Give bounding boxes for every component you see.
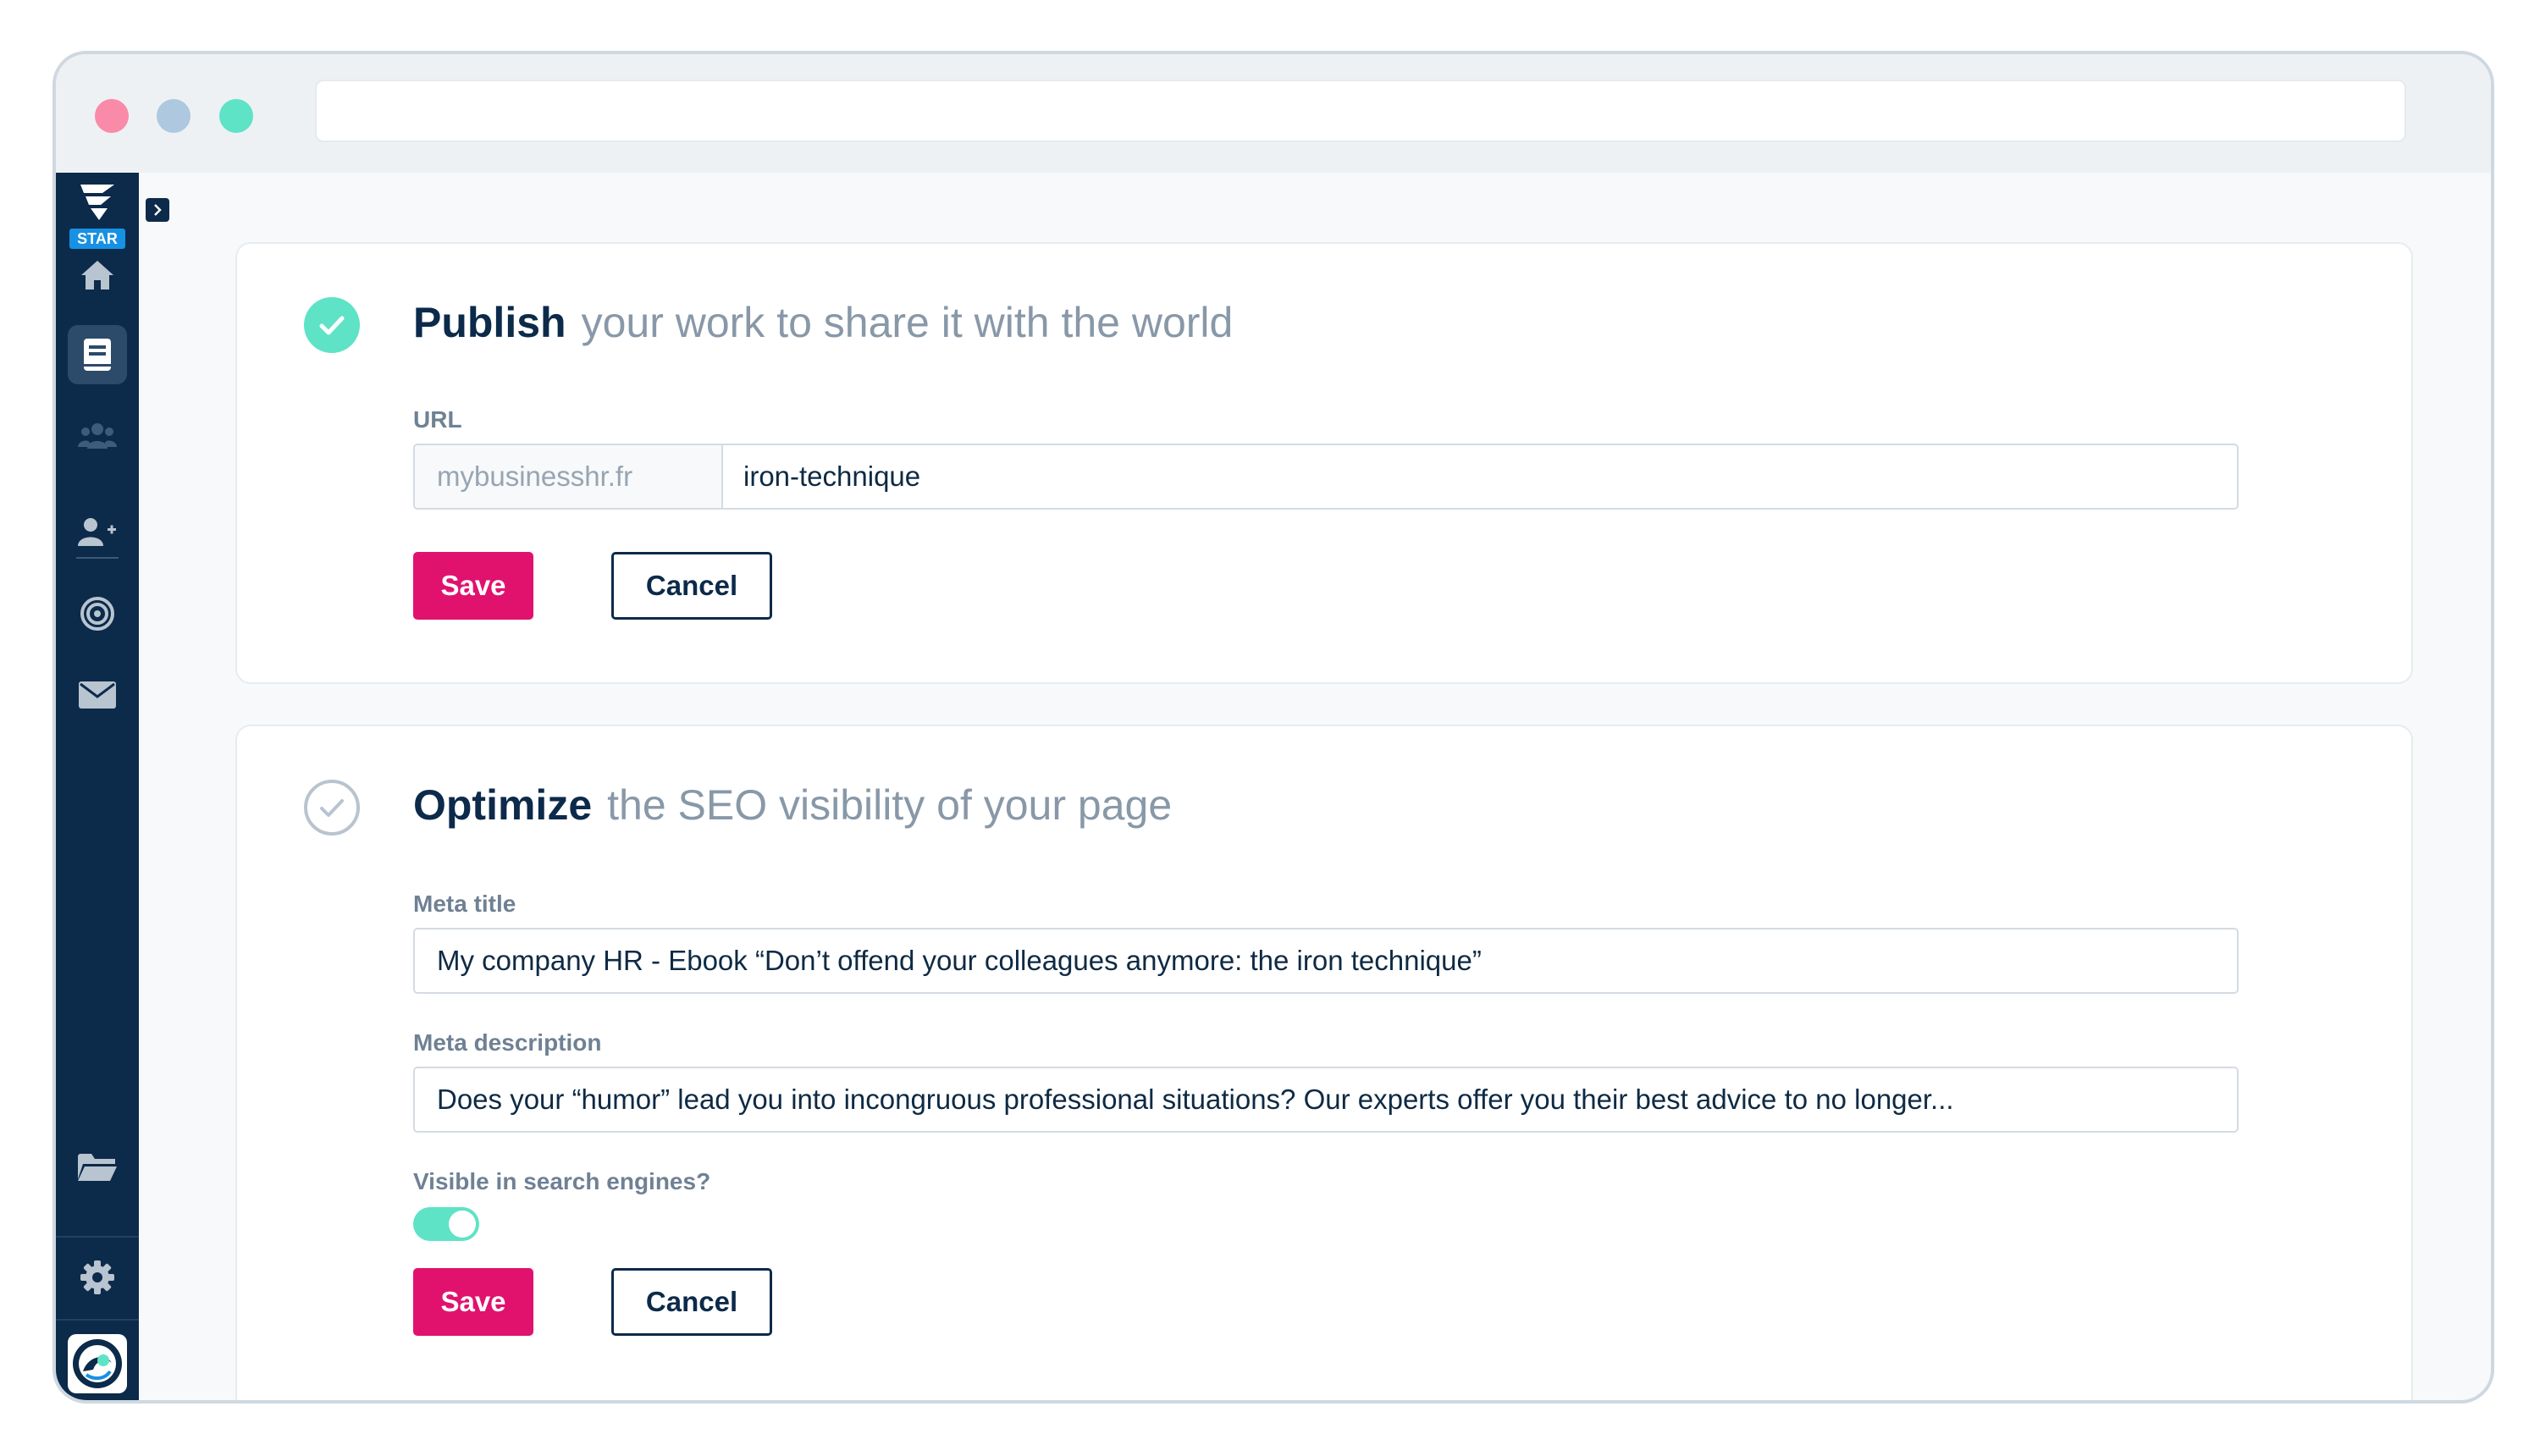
publish-title: Publish your work to share it with the wo… bbox=[413, 298, 1233, 347]
optimize-save-button[interactable]: Save bbox=[413, 1268, 533, 1336]
optimize-title-strong: Optimize bbox=[413, 781, 593, 829]
envelope-icon bbox=[79, 681, 116, 709]
sidebar-item-content[interactable] bbox=[68, 325, 127, 384]
users-icon bbox=[78, 423, 117, 449]
optimize-card: Optimize the SEO visibility of your page … bbox=[235, 725, 2413, 1400]
maximize-window-dot[interactable] bbox=[219, 99, 253, 133]
url-slug-input[interactable]: iron-technique bbox=[721, 444, 2239, 510]
user-plus-icon bbox=[78, 518, 116, 546]
completed-check-icon bbox=[304, 297, 360, 353]
chevron-right-icon bbox=[154, 204, 162, 216]
sidebar-item-team[interactable] bbox=[68, 406, 127, 466]
optimize-title-rest: the SEO visibility of your page bbox=[607, 781, 1173, 829]
expand-sidebar-button[interactable] bbox=[146, 198, 169, 222]
close-window-dot[interactable] bbox=[95, 99, 129, 133]
url-prefix: mybusinesshr.fr bbox=[413, 444, 721, 510]
meta-title-input[interactable]: My company HR - Ebook “Don’t offend your… bbox=[413, 928, 2239, 994]
minimize-window-dot[interactable] bbox=[157, 99, 190, 133]
meta-description-input[interactable]: Does your “humor” lead you into incongru… bbox=[413, 1067, 2239, 1133]
home-icon bbox=[81, 261, 113, 290]
sidebar-item-files[interactable] bbox=[68, 1138, 127, 1197]
meta-title-label: Meta title bbox=[413, 891, 516, 917]
folder-open-icon bbox=[78, 1154, 117, 1181]
address-bar[interactable] bbox=[315, 80, 2406, 142]
publish-card: Publish your work to share it with the wo… bbox=[235, 242, 2413, 684]
avatar-emblem-icon bbox=[73, 1339, 122, 1388]
sidebar-item-settings[interactable] bbox=[68, 1248, 127, 1307]
sidebar-item-home[interactable] bbox=[68, 245, 127, 305]
sidebar-item-mail[interactable] bbox=[68, 665, 127, 725]
visible-search-toggle[interactable] bbox=[413, 1207, 479, 1241]
toggle-knob bbox=[449, 1211, 476, 1238]
app-logo[interactable]: STAR bbox=[68, 181, 127, 249]
publish-cancel-button[interactable]: Cancel bbox=[611, 552, 772, 620]
sidebar-bottom-divider bbox=[56, 1236, 139, 1238]
publish-save-button[interactable]: Save bbox=[413, 552, 533, 620]
user-avatar[interactable] bbox=[68, 1334, 127, 1393]
target-icon bbox=[80, 597, 114, 631]
meta-description-label: Meta description bbox=[413, 1029, 602, 1056]
optimize-title: Optimize the SEO visibility of your page bbox=[413, 780, 1172, 830]
url-input-group: mybusinesshr.fr iron-technique bbox=[413, 444, 2239, 510]
browser-window: STAR Publish your work to share it with … bbox=[52, 51, 2494, 1404]
gear-icon bbox=[80, 1260, 114, 1294]
sidebar-bottom-divider-2 bbox=[56, 1319, 139, 1321]
sidebar-item-add-user[interactable] bbox=[68, 503, 127, 562]
url-label: URL bbox=[413, 406, 462, 433]
pending-check-icon bbox=[304, 780, 360, 836]
book-icon bbox=[84, 339, 111, 371]
title-bar bbox=[56, 54, 2491, 173]
logo-wing-icon bbox=[80, 185, 114, 220]
sidebar: STAR bbox=[56, 173, 139, 1400]
publish-title-rest: your work to share it with the world bbox=[581, 299, 1234, 346]
optimize-cancel-button[interactable]: Cancel bbox=[611, 1268, 772, 1336]
publish-title-strong: Publish bbox=[413, 299, 566, 346]
visible-search-label: Visible in search engines? bbox=[413, 1168, 711, 1194]
sidebar-item-goals[interactable] bbox=[68, 584, 127, 643]
